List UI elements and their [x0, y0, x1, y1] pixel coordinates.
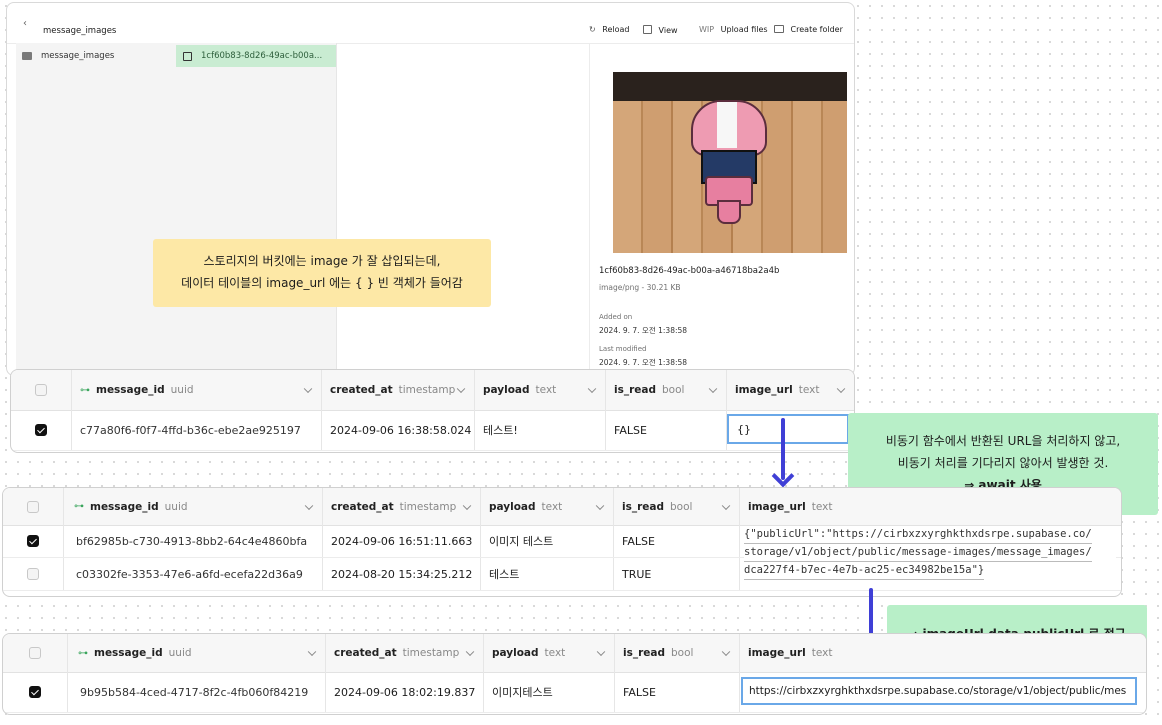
- select-all-checkbox[interactable]: [27, 500, 39, 513]
- cell-is-read[interactable]: FALSE: [615, 672, 740, 712]
- preview-meta: image/png - 30.21 KB: [599, 283, 681, 292]
- file-item-selected[interactable]: 1cf60b83-8d26-49ac-b00a...: [176, 45, 336, 67]
- table-header: ⊶ message_id uuid created_at timestamp payl…: [11, 370, 854, 411]
- table-header: ⊶ message_id uuid created_at timestamp payl…: [3, 488, 1121, 526]
- file-preview-pane: 1cf60b83-8d26-49ac-b00a-a46718ba2a4b ima…: [589, 43, 854, 375]
- chevron-down-icon: [595, 501, 605, 510]
- folder-plus-icon: [774, 25, 784, 33]
- cell-created-at[interactable]: 2024-09-06 18:02:19.837: [326, 672, 484, 712]
- cell-image-url[interactable]: https://cirbxzxyrghkthxdsrpe.supabase.co…: [741, 677, 1137, 705]
- reload-button[interactable]: ↻ Reload: [589, 25, 629, 34]
- column-payload[interactable]: payload text: [475, 370, 606, 410]
- chevron-down-icon: [721, 501, 731, 510]
- column-created-at[interactable]: created_at timestamp: [323, 488, 481, 525]
- column-is-read[interactable]: is_read bool: [606, 370, 727, 410]
- primary-key-icon: ⊶: [74, 501, 84, 512]
- added-on-label: Added on: [599, 313, 633, 321]
- column-message-id[interactable]: ⊶ message_id uuid: [68, 634, 326, 672]
- table-public-url: ⊶ message_id uuid created_at timestamp payl…: [2, 633, 1147, 715]
- preview-filename: 1cf60b83-8d26-49ac-b00a-a46718ba2a4b: [599, 266, 780, 276]
- table-header: ⊶ message_id uuid created_at timestamp payl…: [3, 634, 1146, 673]
- column-image-url[interactable]: image_url text: [727, 370, 854, 410]
- chevron-down-icon: [587, 384, 597, 394]
- select-all-checkbox[interactable]: [29, 647, 41, 659]
- select-all-checkbox[interactable]: [35, 384, 47, 396]
- storage-explorer-panel: ‹ message_images ↻ Reload View WIP Uploa…: [6, 2, 855, 376]
- column-created-at[interactable]: created_at timestamp: [326, 634, 484, 672]
- cell-payload[interactable]: 이미지 테스트: [481, 525, 614, 557]
- cell-created-at[interactable]: 2024-09-06 16:51:11.663: [323, 525, 481, 557]
- cell-message-id[interactable]: 9b95b584-4ced-4717-8f2c-4fb060f84219: [68, 672, 326, 712]
- breadcrumb: message_images: [43, 26, 117, 36]
- column-message-id[interactable]: ⊶ message_id uuid: [72, 370, 322, 410]
- row-checkbox[interactable]: [29, 686, 41, 698]
- create-folder-button[interactable]: Create folder: [774, 25, 843, 34]
- table-empty-object: ⊶ message_id uuid created_at timestamp payl…: [10, 369, 855, 453]
- view-button[interactable]: View: [643, 25, 678, 35]
- yellow-annotation-note: 스토리지의 버킷에는 image 가 잘 삽입되는데, 데이터 테이블의 ima…: [153, 239, 491, 307]
- cell-payload[interactable]: 테스트!: [475, 410, 606, 450]
- primary-key-icon: ⊶: [78, 647, 88, 659]
- column-image-url[interactable]: image_url text: [740, 634, 1146, 672]
- folder-item-message-images[interactable]: message_images: [16, 45, 176, 67]
- row-checkbox[interactable]: [27, 568, 39, 580]
- cell-created-at[interactable]: 2024-09-06 16:38:58.024: [322, 410, 475, 450]
- column-created-at[interactable]: created_at timestamp: [322, 370, 475, 410]
- cell-image-url[interactable]: {}: [727, 414, 849, 444]
- cell-image-url-expanded[interactable]: {"publicUrl":"https://cirbxzxyrghkthxdsr…: [744, 526, 1116, 580]
- chevron-down-icon: [708, 384, 718, 394]
- cell-message-id[interactable]: bf62985b-c730-4913-8bb2-64c4e4860bfa: [64, 525, 323, 557]
- chevron-down-icon: [307, 647, 317, 657]
- row-checkbox[interactable]: [27, 535, 39, 547]
- file-column: 1cf60b83-8d26-49ac-b00a...: [176, 43, 337, 375]
- view-columns-icon: [643, 25, 652, 34]
- chevron-down-icon: [304, 501, 314, 510]
- column-message-id[interactable]: ⊶ message_id uuid: [64, 488, 323, 525]
- preview-image: [613, 72, 847, 253]
- chevron-down-icon: [721, 647, 731, 657]
- chevron-down-icon: [303, 384, 313, 394]
- chevron-down-icon: [836, 384, 846, 394]
- last-modified-value: 2024. 9. 7. 오전 1:38:58: [599, 358, 688, 367]
- folder-icon: [22, 52, 32, 60]
- bucket-column: message_images: [16, 43, 177, 375]
- added-on-value: 2024. 9. 7. 오전 1:38:58: [599, 326, 688, 335]
- table-json-object: ⊶ message_id uuid created_at timestamp payl…: [2, 487, 1122, 597]
- row-checkbox[interactable]: [35, 424, 47, 436]
- cell-created-at[interactable]: 2024-08-20 15:34:25.212: [323, 558, 481, 590]
- cell-payload[interactable]: 이미지테스트: [484, 672, 615, 712]
- back-chevron-icon[interactable]: ‹: [23, 18, 27, 29]
- column-payload[interactable]: payload text: [484, 634, 615, 672]
- table-row[interactable]: 9b95b584-4ced-4717-8f2c-4fb060f84219 202…: [3, 672, 1146, 713]
- reload-icon: ↻: [589, 25, 596, 34]
- upload-files-button[interactable]: WIP Upload files: [699, 25, 768, 34]
- cell-is-read[interactable]: FALSE: [614, 525, 740, 557]
- cell-message-id[interactable]: c03302fe-3353-47e6-a6fd-ecefa22d36a9: [64, 558, 323, 590]
- chevron-down-icon: [456, 384, 466, 394]
- column-is-read[interactable]: is_read bool: [614, 488, 740, 525]
- cell-is-read[interactable]: FALSE: [606, 410, 727, 450]
- cell-message-id[interactable]: c77a80f6-f0f7-4ffd-b36c-ebe2ae925197: [72, 410, 322, 450]
- image-file-icon: [183, 52, 192, 61]
- column-payload[interactable]: payload text: [481, 488, 614, 525]
- chevron-down-icon: [462, 501, 472, 510]
- chevron-down-icon: [465, 647, 475, 657]
- primary-key-icon: ⊶: [80, 384, 90, 396]
- last-modified-label: Last modified: [599, 345, 647, 353]
- cell-payload[interactable]: 테스트: [481, 558, 614, 590]
- cell-is-read[interactable]: TRUE: [614, 558, 740, 590]
- storage-header: ‹ message_images ↻ Reload View WIP Uploa…: [7, 3, 854, 44]
- column-is-read[interactable]: is_read bool: [615, 634, 740, 672]
- chevron-down-icon: [596, 647, 606, 657]
- table-row[interactable]: c77a80f6-f0f7-4ffd-b36c-ebe2ae925197 202…: [11, 410, 854, 451]
- column-image-url[interactable]: image_url text: [740, 488, 1121, 525]
